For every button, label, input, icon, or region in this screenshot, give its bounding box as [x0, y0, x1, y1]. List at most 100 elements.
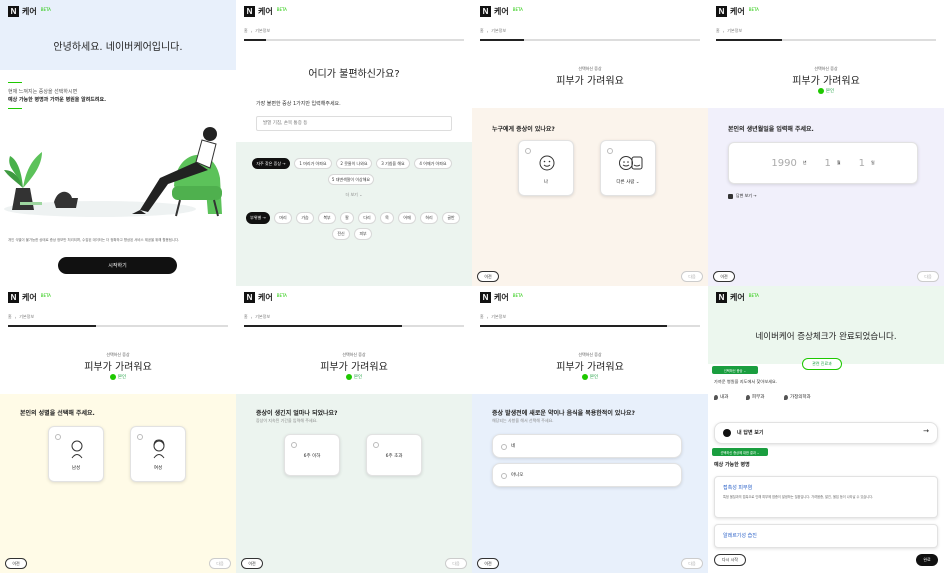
- pencil-icon: [723, 429, 731, 437]
- person-icon: [581, 374, 588, 380]
- next-button[interactable]: 다음: [209, 558, 231, 569]
- question-text: 누구에게 증상이 있나요?: [492, 126, 555, 133]
- dept-family-medicine[interactable]: 가정의학과: [784, 394, 811, 400]
- chip-body-whole[interactable]: 전신: [332, 228, 350, 240]
- chip-frequent[interactable]: 자주 찾은 증상 →: [252, 158, 290, 169]
- logo[interactable]: N 케어 BETA: [244, 292, 287, 303]
- disease-card-2[interactable]: 알레르기성 습진: [714, 524, 938, 548]
- selected-symptom: 피부가 가려워요: [556, 362, 624, 373]
- next-button[interactable]: 다음: [917, 271, 939, 282]
- panel-medication: N 케어 BETA 홈 › 기본정보 선택하신 증상 피부가 가려워요 본인 증상 발생…: [472, 286, 708, 573]
- disease-card-1[interactable]: 접촉성 피부염 특정 물질과의 접촉으로 인해 피부에 염증이 발생하는 질환입…: [714, 476, 938, 518]
- my-answers-button[interactable]: 내 답변 보기 →: [714, 422, 938, 444]
- screenshot-grid: N 케어 BETA 안녕하세요. 네이버케어입니다. 현재 느껴지는 증상을 선택하…: [0, 0, 944, 573]
- result-tag[interactable]: 선택하신 증상에 대한 결과 ⌄: [712, 448, 768, 456]
- selected-symptom: 피부가 가려워요: [556, 76, 624, 87]
- chip-symptom-2[interactable]: 2 콧물이 나와요: [336, 158, 372, 169]
- restart-button[interactable]: 다시 시작: [714, 554, 746, 566]
- logo[interactable]: N 케어 BETA: [716, 292, 759, 303]
- radio[interactable]: [373, 442, 379, 448]
- chip-body-leg[interactable]: 다리: [358, 212, 376, 224]
- breadcrumb: 홈 › 기본정보: [480, 28, 507, 34]
- question-text: 증상이 생긴지 얼마나 되었나요?: [256, 410, 338, 417]
- option-no[interactable]: 아니오: [492, 463, 682, 487]
- home-icon[interactable]: 홈: [480, 28, 484, 34]
- chip-symptom-1[interactable]: 1 머리가 아파요: [294, 158, 332, 169]
- option-other-person[interactable]: 다른 사람 ⌄: [600, 140, 656, 196]
- option-under-6-weeks[interactable]: 6주 이하: [284, 434, 340, 476]
- option-female[interactable]: 여성: [130, 426, 186, 482]
- radio[interactable]: [55, 434, 61, 440]
- breadcrumb: 홈 › 기본정보: [716, 28, 743, 34]
- symptom-search-input[interactable]: [256, 116, 452, 131]
- chip-body-arm[interactable]: 팔: [340, 212, 354, 224]
- chip-body-skin[interactable]: 피부: [354, 228, 372, 240]
- radio[interactable]: [137, 434, 143, 440]
- home-icon[interactable]: 홈: [244, 314, 248, 320]
- prev-button[interactable]: 이전: [713, 271, 735, 282]
- chip-body-waist[interactable]: 허리: [420, 212, 438, 224]
- logo[interactable]: N 케어 BETA: [480, 6, 523, 17]
- chip-symptom-3[interactable]: 3 기침을 해요: [376, 158, 410, 169]
- prev-button[interactable]: 이전: [241, 558, 263, 569]
- more-button[interactable]: 더 보기 ⌄: [236, 192, 472, 198]
- logo[interactable]: N 케어 BETA: [8, 292, 51, 303]
- chip-body-shoulder[interactable]: 어깨: [398, 212, 416, 224]
- year-input[interactable]: 1990: [771, 158, 796, 169]
- month-input[interactable]: 1: [825, 158, 831, 169]
- question-hint: 증상이 지속된 기간을 입력해 주세요.: [256, 418, 318, 423]
- chip-body-abdomen[interactable]: 복부: [318, 212, 336, 224]
- home-icon[interactable]: 홈: [8, 314, 12, 320]
- chip-symptom-5[interactable]: 5 대변색깔이 이상해요: [328, 174, 374, 185]
- self-badge: 본인: [0, 374, 236, 380]
- chip-body-pelvis[interactable]: 골반: [442, 212, 460, 224]
- home-icon[interactable]: 홈: [480, 314, 484, 320]
- consent-text: 개인 식별이 불가능한 상태로 증상 정보만 처리되며, 수집된 데이터는 더 …: [8, 238, 180, 242]
- option-yes[interactable]: 네: [492, 434, 682, 458]
- option-over-6-weeks[interactable]: 6주 초과: [366, 434, 422, 476]
- prev-button[interactable]: 이전: [477, 271, 499, 282]
- prev-button[interactable]: 이전: [477, 558, 499, 569]
- home-icon[interactable]: 홈: [716, 28, 720, 34]
- radio[interactable]: [501, 444, 507, 450]
- chip-symptom-4[interactable]: 4 어깨가 아파요: [414, 158, 452, 169]
- person-icon: [109, 374, 116, 380]
- selected-symptom: 피부가 가려워요: [84, 362, 152, 373]
- dept-internal[interactable]: 내과: [714, 394, 728, 400]
- chip-body-neck[interactable]: 목: [380, 212, 394, 224]
- next-button[interactable]: 다음: [445, 558, 467, 569]
- chip-body-chest[interactable]: 가슴: [296, 212, 314, 224]
- view-answers-link[interactable]: 답변 보기 →: [728, 193, 757, 199]
- accent-line-2: [8, 108, 22, 109]
- progress-bar: [480, 39, 700, 41]
- next-button[interactable]: 다음: [681, 558, 703, 569]
- option-me[interactable]: 나: [518, 140, 574, 196]
- naver-logo-icon: N: [480, 292, 491, 303]
- option-male[interactable]: 남성: [48, 426, 104, 482]
- prev-button[interactable]: 이전: [5, 558, 27, 569]
- progress-bar: [480, 325, 700, 327]
- radio[interactable]: [291, 442, 297, 448]
- selected-symptom-tag[interactable]: 선택하신 증상 ⌄: [712, 366, 758, 374]
- day-input[interactable]: 1: [859, 158, 865, 169]
- start-button[interactable]: 시작하기: [58, 257, 177, 274]
- done-button[interactable]: 완료: [916, 554, 938, 566]
- naver-logo-icon: N: [480, 6, 491, 17]
- logo[interactable]: N 케어 BETA: [716, 6, 759, 17]
- result-title: 네이버케어 증상체크가 완료되었습니다.: [755, 332, 897, 342]
- logo[interactable]: N 케어 BETA: [244, 6, 287, 17]
- radio[interactable]: [501, 473, 507, 479]
- dept-dermatology[interactable]: 피부과: [746, 394, 764, 400]
- radio[interactable]: [525, 148, 531, 154]
- radio[interactable]: [607, 148, 613, 154]
- naver-logo-icon: N: [8, 292, 19, 303]
- map-pin-icon: [714, 394, 718, 400]
- chip-by-body-part[interactable]: 부위별 →: [246, 212, 270, 224]
- related-dept-button[interactable]: 관련 진료과: [802, 358, 842, 370]
- home-icon[interactable]: 홈: [244, 28, 248, 34]
- logo[interactable]: N 케어 BETA: [8, 6, 51, 17]
- chip-body-head[interactable]: 머리: [274, 212, 292, 224]
- logo[interactable]: N 케어 BETA: [480, 292, 523, 303]
- two-faces-icon: [619, 156, 643, 170]
- next-button[interactable]: 다음: [681, 271, 703, 282]
